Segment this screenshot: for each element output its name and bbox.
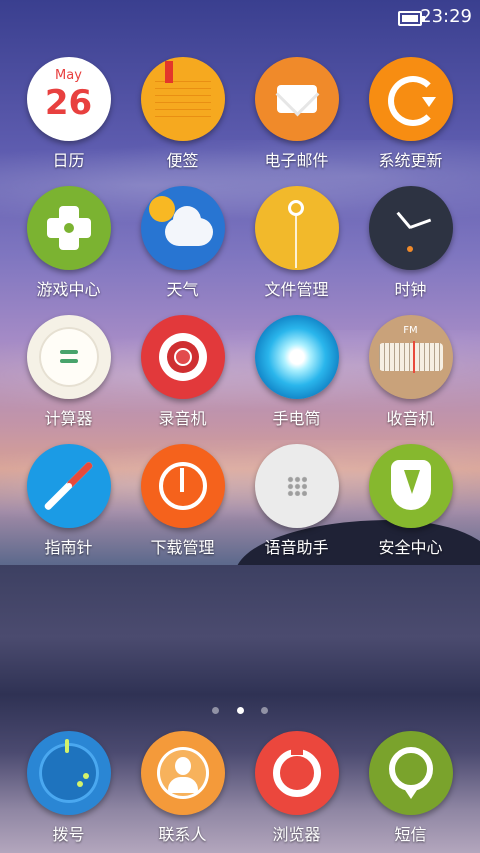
app-calendar[interactable]: May 26 日历 xyxy=(12,57,125,171)
calendar-month: May xyxy=(55,68,82,83)
dock-label: 联系人 xyxy=(158,825,207,844)
flashlight-icon xyxy=(254,315,339,399)
dock-browser[interactable]: 浏览器 xyxy=(240,731,353,845)
app-label: 指南针 xyxy=(44,538,93,557)
email-icon xyxy=(254,57,339,141)
notes-icon xyxy=(140,57,225,141)
app-label: 下载管理 xyxy=(150,538,215,557)
voice-assistant-icon xyxy=(254,444,339,528)
radio-fm-text: FM xyxy=(403,325,418,336)
dock-dialer[interactable]: 拨号 xyxy=(12,731,125,845)
weather-icon xyxy=(140,186,225,270)
dock-messages[interactable]: 短信 xyxy=(354,731,467,845)
recorder-icon xyxy=(140,315,225,399)
app-game-center[interactable]: 游戏中心 xyxy=(12,186,125,300)
app-calculator[interactable]: 计算器 xyxy=(12,315,125,429)
app-label: 计算器 xyxy=(44,409,93,428)
app-email[interactable]: 电子邮件 xyxy=(240,57,353,171)
page-dot[interactable] xyxy=(212,707,220,714)
app-recorder[interactable]: 录音机 xyxy=(126,315,239,429)
app-label: 便签 xyxy=(166,151,199,170)
app-clock[interactable]: 时钟 xyxy=(354,186,467,300)
app-label: 文件管理 xyxy=(264,280,329,299)
battery-icon xyxy=(398,11,425,26)
calculator-icon xyxy=(26,315,111,399)
app-label: 时钟 xyxy=(394,280,427,299)
calendar-day: 26 xyxy=(44,83,93,123)
app-flashlight[interactable]: 手电筒 xyxy=(240,315,353,429)
file-manager-icon xyxy=(254,186,339,270)
app-file-manager[interactable]: 文件管理 xyxy=(240,186,353,300)
app-compass[interactable]: 指南针 xyxy=(12,444,125,558)
dock-label: 拨号 xyxy=(52,825,85,844)
download-manager-icon xyxy=(140,444,225,528)
app-radio[interactable]: FM 收音机 xyxy=(354,315,467,429)
page-dot-active[interactable] xyxy=(236,707,244,714)
app-label: 日历 xyxy=(52,151,85,170)
app-label: 录音机 xyxy=(158,409,207,428)
app-label: 电子邮件 xyxy=(264,151,329,170)
radio-icon: FM xyxy=(368,315,453,399)
browser-icon xyxy=(254,731,339,815)
app-weather[interactable]: 天气 xyxy=(126,186,239,300)
contacts-icon xyxy=(140,731,225,815)
dock-label: 短信 xyxy=(394,825,427,844)
app-label: 收音机 xyxy=(386,409,435,428)
dock-contacts[interactable]: 联系人 xyxy=(126,731,239,845)
calendar-icon: May 26 xyxy=(26,57,111,141)
clock-icon xyxy=(368,186,453,270)
dialer-icon xyxy=(26,731,111,815)
status-bar: 23:29 xyxy=(0,0,480,36)
app-notes[interactable]: 便签 xyxy=(126,57,239,171)
app-label: 手电筒 xyxy=(272,409,321,428)
app-label: 天气 xyxy=(166,280,199,299)
compass-icon xyxy=(26,444,111,528)
game-center-icon xyxy=(26,186,111,270)
app-system-update[interactable]: 系统更新 xyxy=(354,57,467,171)
home-screen: 23:29 May 26 日历 便签 电子邮件 系统更新 游戏中心 天气 文件管… xyxy=(0,0,480,853)
app-label: 游戏中心 xyxy=(36,280,101,299)
page-dot[interactable] xyxy=(260,707,268,714)
page-indicator[interactable] xyxy=(0,699,480,718)
app-label: 系统更新 xyxy=(378,151,443,170)
app-download-manager[interactable]: 下载管理 xyxy=(126,444,239,558)
messages-icon xyxy=(368,731,453,815)
status-time: 23:29 xyxy=(420,6,472,27)
dock-label: 浏览器 xyxy=(272,825,321,844)
app-label: 语音助手 xyxy=(264,538,329,557)
app-label: 安全中心 xyxy=(378,538,443,557)
security-center-icon xyxy=(368,444,453,528)
app-security-center[interactable]: 安全中心 xyxy=(354,444,467,558)
system-update-icon xyxy=(368,57,453,141)
app-voice-assistant[interactable]: 语音助手 xyxy=(240,444,353,558)
